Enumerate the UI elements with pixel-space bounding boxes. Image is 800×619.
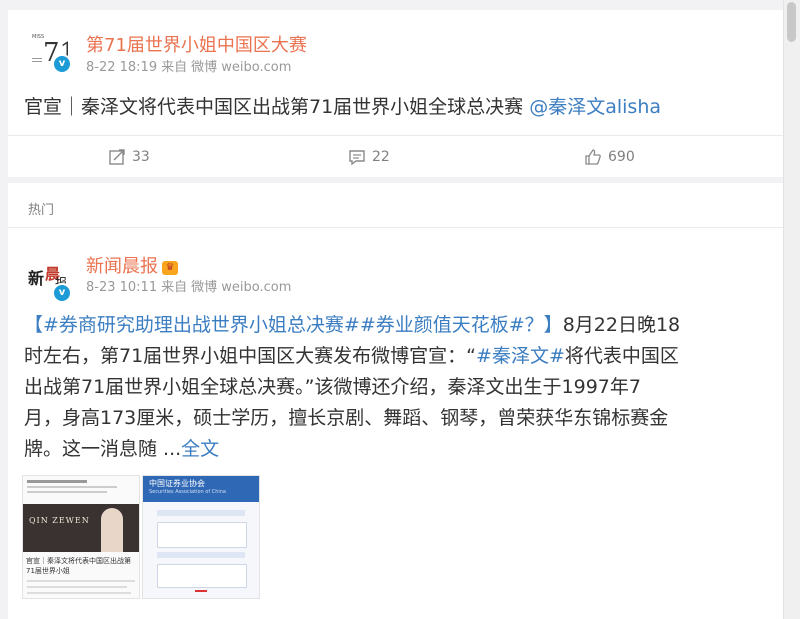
post-meta: 8-22 18:19 来自 微博 weibo.com	[86, 56, 295, 75]
hashtag-link[interactable]: #秦泽文#	[476, 345, 565, 367]
hot-section-card: 热门 新 晨 报 v 新闻晨报♛ 8-23 10:11 来自微博 weibo.co…	[8, 183, 784, 619]
comment-count: 22	[372, 149, 390, 165]
scrollbar[interactable]	[783, 0, 800, 619]
section-label: 热门	[28, 203, 55, 218]
from-label: 来自	[161, 60, 188, 75]
like-count: 690	[608, 149, 635, 165]
comment-icon	[349, 150, 365, 166]
like-button[interactable]: 690	[584, 145, 635, 169]
avatar[interactable]: MISS 71 v	[26, 28, 76, 74]
verified-badge-icon: v	[52, 54, 72, 74]
verified-badge-icon: v	[52, 283, 72, 303]
avatar[interactable]: 新 晨 报 v	[26, 257, 72, 303]
scrollbar-thumb[interactable]	[787, 2, 796, 42]
svg-text:新: 新	[28, 269, 44, 288]
author-name[interactable]: 新闻晨报 ♛	[86, 252, 178, 278]
divider	[8, 135, 784, 136]
post-source[interactable]: 微博 weibo.com	[191, 60, 291, 75]
repost-button[interactable]: 33	[108, 145, 150, 169]
post-source[interactable]: 微博 weibo.com	[191, 280, 291, 295]
banner-photo: QIN ZEWEN	[23, 504, 139, 552]
repost-count: 33	[132, 149, 150, 165]
post-meta: 8-23 10:11 来自 微博 weibo.com	[86, 276, 295, 295]
post-text: 官宣｜秦泽文将代表中国区出战第71届世界小姐全球总决赛 @秦泽文alisha	[24, 96, 662, 118]
like-icon	[585, 149, 601, 165]
post-date[interactable]: 8-23 10:11	[86, 280, 157, 295]
site-header: 中国证券业协会 Securities Association of China	[143, 476, 259, 502]
author-name[interactable]: 第71届世界小姐中国区大赛	[86, 31, 307, 57]
from-label: 来自	[161, 280, 188, 295]
repost-icon	[109, 149, 125, 165]
post-card-1: MISS 71 v 第71届世界小姐中国区大赛 8-22 18:19 来自 微博 w…	[8, 10, 784, 177]
post-text: 【#券商研究助理出战世界小姐总决赛##券业颜值天花板#？】8月22日晚18 时左…	[24, 314, 681, 460]
full-text-link[interactable]: 全文	[181, 438, 219, 460]
post-image-2[interactable]: 中国证券业协会 Securities Association of China	[142, 475, 260, 599]
vip-crown-icon: ♛	[162, 261, 178, 275]
divider	[8, 227, 784, 228]
post-date[interactable]: 8-22 18:19	[86, 60, 157, 75]
hashtag-link[interactable]: 【#券商研究助理出战世界小姐总决赛##券业颜值天花板#？】	[24, 314, 563, 336]
post-image-1[interactable]: QIN ZEWEN 官宣｜秦泽文将代表中国区出战第71届世界小姐	[22, 475, 140, 599]
comment-button[interactable]: 22	[348, 145, 390, 169]
mention-link[interactable]: @秦泽文alisha	[529, 96, 661, 118]
